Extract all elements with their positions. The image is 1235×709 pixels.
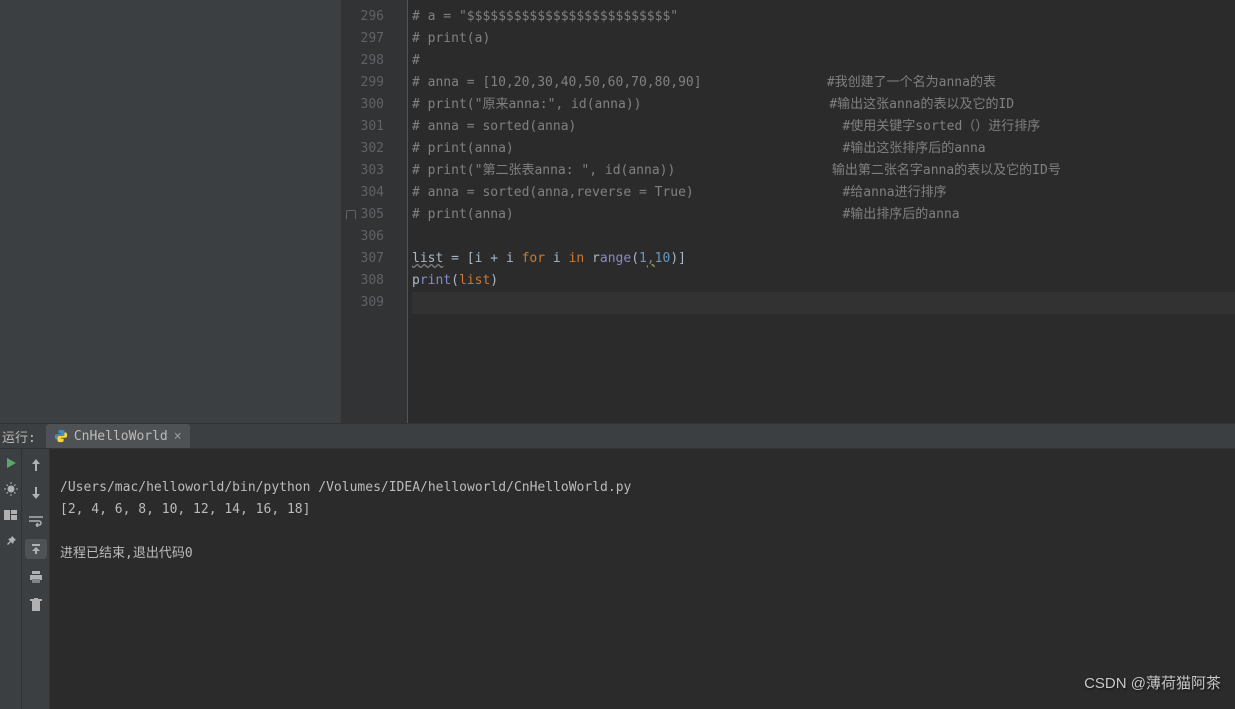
run-tool-header: 运行: CnHelloWorld ×: [0, 423, 1235, 449]
arrow-up-icon[interactable]: [25, 455, 47, 475]
soft-wrap-icon[interactable]: [25, 511, 47, 531]
run-tab-label: CnHelloWorld: [74, 429, 168, 444]
line-number[interactable]: 304: [342, 182, 402, 204]
close-icon[interactable]: ×: [174, 429, 182, 444]
line-number[interactable]: 299: [342, 72, 402, 94]
code-line[interactable]: # print(anna) #输出排序后的anna: [412, 204, 1235, 226]
console-left-toolbar: [0, 449, 22, 709]
code-line[interactable]: # anna = [10,20,30,40,50,60,70,80,90] #我…: [412, 72, 1235, 94]
print-icon[interactable]: [25, 567, 47, 587]
trash-icon[interactable]: [25, 595, 47, 615]
editor-gutter: 2962972982993003013023033043053063073083…: [342, 0, 402, 423]
line-number[interactable]: 298: [342, 50, 402, 72]
run-tab[interactable]: CnHelloWorld ×: [46, 424, 190, 448]
code-line[interactable]: # anna = sorted(anna,reverse = True) #给a…: [412, 182, 1235, 204]
line-number[interactable]: 297: [342, 28, 402, 50]
line-number[interactable]: 305: [342, 204, 402, 226]
code-line[interactable]: # anna = sorted(anna) #使用关键字sorted（）进行排序: [412, 116, 1235, 138]
line-number[interactable]: 307: [342, 248, 402, 270]
watermark: CSDN @薄荷猫阿茶: [1084, 673, 1221, 695]
run-icon[interactable]: [3, 455, 19, 471]
run-label: 运行:: [2, 427, 36, 446]
code-area[interactable]: # a = "$$$$$$$$$$$$$$$$$$$$$$$$$$"# prin…: [408, 0, 1235, 423]
line-number[interactable]: 303: [342, 160, 402, 182]
console-line: /Users/mac/helloworld/bin/python /Volume…: [60, 480, 631, 495]
code-line[interactable]: list = [i + i for i in range(1,10)]: [412, 248, 1235, 270]
line-number[interactable]: 308: [342, 270, 402, 292]
line-number[interactable]: 306: [342, 226, 402, 248]
debug-settings-icon[interactable]: [3, 481, 19, 497]
code-line[interactable]: #: [412, 50, 1235, 72]
arrow-down-icon[interactable]: [25, 483, 47, 503]
python-icon: [54, 429, 68, 443]
console-area: /Users/mac/helloworld/bin/python /Volume…: [0, 449, 1235, 709]
console-output[interactable]: /Users/mac/helloworld/bin/python /Volume…: [50, 449, 1235, 709]
code-line[interactable]: [412, 226, 1235, 248]
code-line[interactable]: print(list): [412, 270, 1235, 292]
top-area: 2962972982993003013023033043053063073083…: [0, 0, 1235, 423]
editor-area[interactable]: 2962972982993003013023033043053063073083…: [342, 0, 1235, 423]
line-number[interactable]: 296: [342, 6, 402, 28]
code-line[interactable]: # print("第二张表anna: ", id(anna)) 输出第二张名字a…: [412, 160, 1235, 182]
line-number[interactable]: 300: [342, 94, 402, 116]
code-line[interactable]: # a = "$$$$$$$$$$$$$$$$$$$$$$$$$$": [412, 6, 1235, 28]
console-line: [2, 4, 6, 8, 10, 12, 14, 16, 18]: [60, 502, 310, 517]
line-number[interactable]: 309: [342, 292, 402, 314]
code-line[interactable]: # print(a): [412, 28, 1235, 50]
layout-icon[interactable]: [3, 507, 19, 523]
scroll-to-end-icon[interactable]: [25, 539, 47, 559]
code-line[interactable]: # print(anna) #输出这张排序后的anna: [412, 138, 1235, 160]
code-line[interactable]: # print("原来anna:", id(anna)) #输出这张anna的表…: [412, 94, 1235, 116]
code-line[interactable]: [412, 292, 1235, 314]
console-right-toolbar: [22, 449, 50, 709]
pin-icon[interactable]: [3, 533, 19, 549]
line-number[interactable]: 302: [342, 138, 402, 160]
project-panel[interactable]: [0, 0, 342, 423]
line-number[interactable]: 301: [342, 116, 402, 138]
console-line: 进程已结束,退出代码0: [60, 546, 193, 561]
